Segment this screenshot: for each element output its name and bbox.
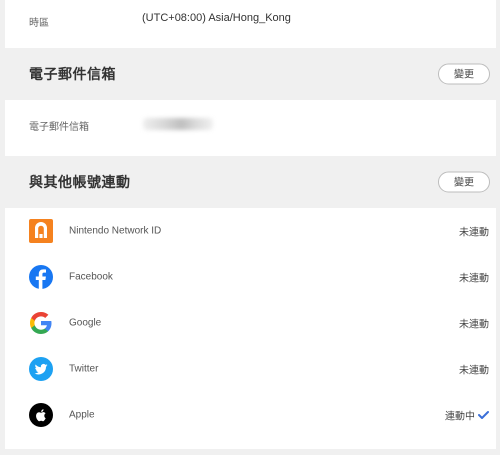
account-name: Twitter [69,363,99,375]
list-item-facebook: Facebook 未連動 [5,254,496,300]
account-name: Nintendo Network ID [69,225,162,237]
link-status: 未連動 [459,270,489,285]
links-section-title: 與其他帳號連動 [29,174,131,190]
list-item-nintendo: Nintendo Network ID 未連動 [5,208,496,254]
checkmark-icon [478,411,489,419]
links-card: Nintendo Network ID 未連動 Facebook 未連動 Goo… [5,208,496,449]
email-section-title: 電子郵件信箱 [29,66,116,82]
nintendo-network-icon [29,219,53,243]
links-section-header: 與其他帳號連動 變更 [5,156,496,208]
timezone-card: 時區 (UTC+08:00) Asia/Hong_Kong [5,0,496,48]
list-item-apple: Apple 連動中 [5,392,496,438]
list-item-twitter: Twitter 未連動 [5,346,496,392]
email-field-label: 電子郵件信箱 [29,122,89,133]
link-status: 連動中 [445,408,489,423]
google-icon [29,311,53,335]
facebook-icon [29,265,53,289]
account-name: Apple [69,409,95,421]
timezone-value: (UTC+08:00) Asia/Hong_Kong [142,12,291,24]
link-status-text: 連動中 [445,411,475,423]
link-status-text: 未連動 [459,227,489,239]
account-name: Facebook [69,271,113,283]
list-item-google: Google 未連動 [5,300,496,346]
email-change-button[interactable]: 變更 [438,63,490,85]
email-section-header: 電子郵件信箱 變更 [5,48,496,100]
link-status: 未連動 [459,362,489,377]
link-status-text: 未連動 [459,365,489,377]
twitter-icon [29,357,53,381]
email-card: 電子郵件信箱 [5,100,496,156]
apple-icon [29,403,53,427]
links-change-button[interactable]: 變更 [438,171,490,193]
link-status: 未連動 [459,316,489,331]
timezone-label: 時區 [29,18,49,29]
link-status-text: 未連動 [459,273,489,285]
email-value-redacted [143,118,213,130]
link-status: 未連動 [459,224,489,239]
account-name: Google [69,317,102,329]
link-status-text: 未連動 [459,319,489,331]
